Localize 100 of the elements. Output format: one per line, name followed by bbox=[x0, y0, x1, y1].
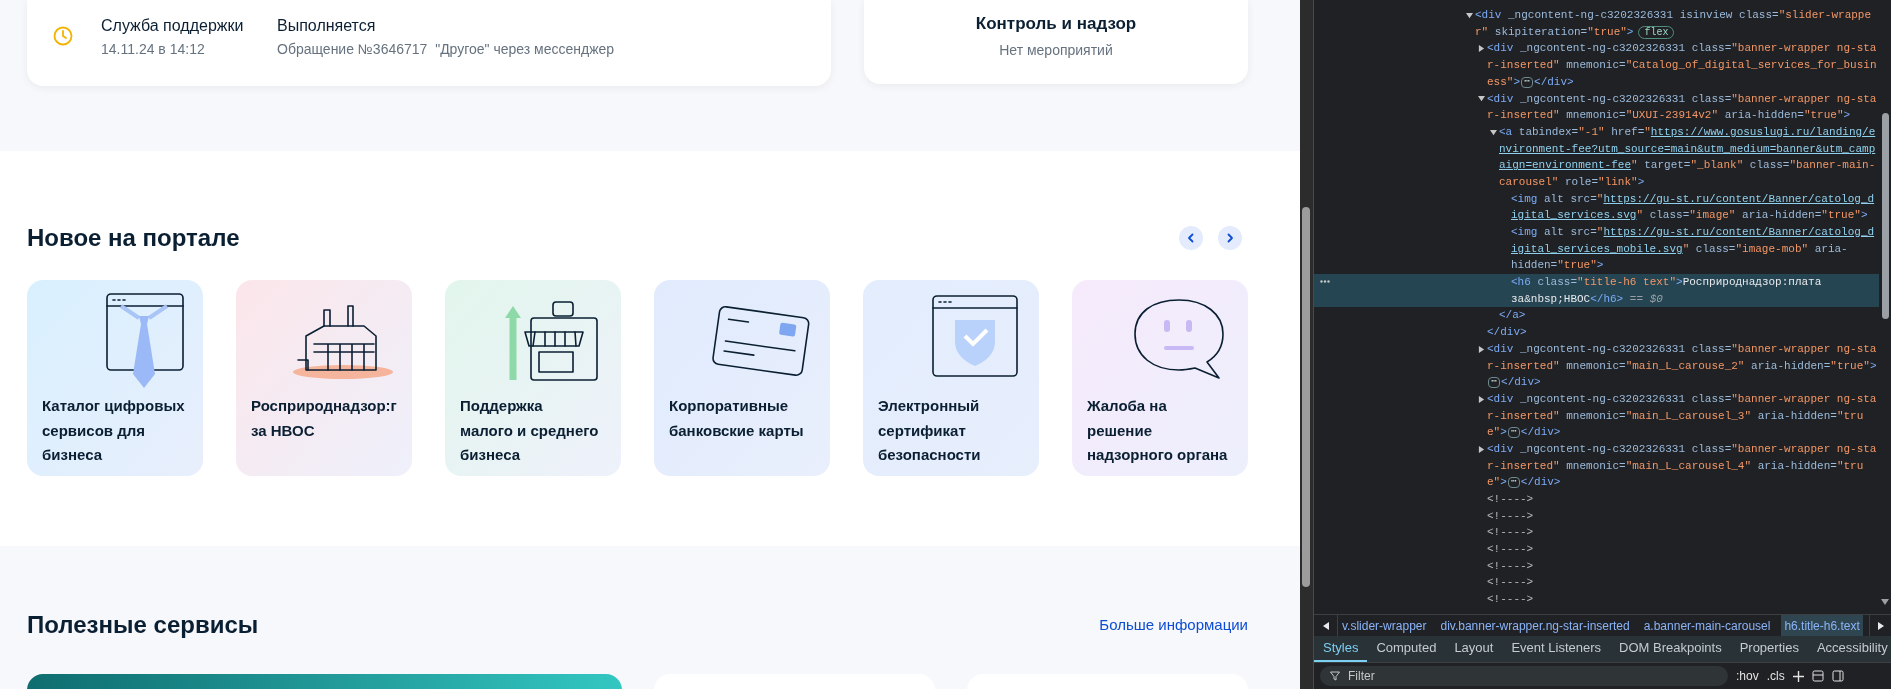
dom-node-row[interactable]: <a tabindex="-1" href="https://www.gosuslugi.ru/landing/e nvironment-fee?utm_source=main&utm_medium=banner&utm_camp aign=environment-fee" target="_blank" class="banner-main- carousel" role="link"> bbox=[1314, 123, 1879, 191]
code-text: igital_services_mobile.svg" class="image-mob" aria- bbox=[1511, 241, 1848, 257]
code-text: <div _ngcontent-ng-c3202326331 class="banner-wrapper ng-sta bbox=[1487, 41, 1877, 57]
code-text: r-inserted" mnemonic="main_L_carousel_3" aria-hidden="tru bbox=[1487, 408, 1864, 424]
caret-down-icon[interactable] bbox=[1490, 128, 1497, 136]
support-card[interactable]: Служба поддержки 14.11.24 в 14:12 Выполняется Обращение №3646717 "Другое" через мессенджер bbox=[27, 0, 831, 86]
breadcrumb-item[interactable]: div.banner-wrapper.ng-star-inserted bbox=[1437, 614, 1633, 637]
service-card-title: Росприроднадзор:г за НВОС bbox=[250, 396, 398, 441]
panel-tab[interactable]: Layout bbox=[1445, 636, 1503, 662]
service-card[interactable]: Каталог цифровых сервисов для бизнеса bbox=[27, 280, 203, 476]
dom-node-row[interactable]: <!----> bbox=[1314, 574, 1879, 592]
plus-icon[interactable] bbox=[1792, 670, 1804, 682]
caret-down-icon[interactable] bbox=[1478, 95, 1485, 103]
dom-node-row[interactable]: <!----> bbox=[1314, 541, 1879, 558]
code-text: <!----> bbox=[1487, 592, 1534, 608]
dom-node-row[interactable]: <div _ngcontent-ng-c3202326331 class="banner-wrapper ng-sta r-inserted" mnemonic="main_L_carouse_2" aria-hidden="true"> ⋯ </div> bbox=[1314, 340, 1879, 391]
code-text: aign=environment-fee" target="_blank" class="banner-main- bbox=[1499, 158, 1876, 174]
dom-node-row[interactable]: <!----> bbox=[1314, 524, 1879, 541]
filter-icon bbox=[1330, 671, 1340, 681]
dom-node-row[interactable]: <!----> bbox=[1314, 557, 1879, 575]
scrollbar-thumb[interactable] bbox=[1881, 113, 1889, 319]
panel-tab[interactable]: DOM Breakpoints bbox=[1610, 636, 1731, 662]
code-text: <!----> bbox=[1487, 575, 1534, 591]
panel-tab[interactable]: Computed bbox=[1367, 636, 1446, 662]
support-title: Служба поддержки bbox=[101, 16, 245, 36]
code-text: </div> bbox=[1487, 325, 1527, 341]
sidebar-toggle-icon[interactable] bbox=[1831, 670, 1844, 682]
code-text: <div _ngcontent-ng-c3202326331 class="banner-wrapper ng-sta bbox=[1487, 391, 1877, 407]
code-text: </div> bbox=[1501, 375, 1541, 391]
service-card[interactable]: Росприроднадзор:г за НВОС bbox=[236, 280, 412, 476]
breadcrumb-item[interactable]: h6.title-h6.text bbox=[1781, 614, 1863, 637]
code-text: r-inserted" mnemonic="main_L_carousel_4" aria-hidden="tru bbox=[1487, 458, 1864, 474]
service-card-title: Корпоративные банковские карты bbox=[668, 396, 805, 441]
code-text: за&nbsp;НВОС</h6> == $0 bbox=[1511, 291, 1663, 307]
service-card[interactable]: Поддержка малого и среднего бизнеса bbox=[445, 280, 621, 476]
dom-node-row[interactable]: <div _ngcontent-ng-c3202326331 isinview class="slider-wrappe r" skipiteration="true"> flex bbox=[1314, 7, 1879, 41]
caret-right-icon[interactable] bbox=[1478, 45, 1485, 53]
service-card[interactable]: Электронный сертификат безопасности bbox=[863, 280, 1039, 476]
expand-ellipsis-badge[interactable]: ⋯ bbox=[1507, 477, 1520, 489]
code-text: r" skipiteration="true"> bbox=[1475, 24, 1634, 40]
caret-down-icon[interactable] bbox=[1466, 11, 1473, 19]
carousel-next-button[interactable] bbox=[1218, 226, 1242, 250]
code-text: <div _ngcontent-ng-c3202326331 class="banner-wrapper ng-sta bbox=[1487, 341, 1877, 357]
style-toggle-button[interactable]: :hov bbox=[1736, 667, 1759, 685]
code-text: r-inserted" mnemonic="main_L_carouse_2" aria-hidden="true"> bbox=[1487, 358, 1877, 374]
support-date: 14.11.24 в 14:12 bbox=[101, 40, 206, 59]
code-text: <!----> bbox=[1487, 525, 1534, 541]
expand-ellipsis-badge[interactable]: ⋯ bbox=[1521, 76, 1534, 88]
code-text: </div> bbox=[1534, 74, 1574, 90]
code-text: r-inserted" mnemonic="Catalog_of_digital_services_for_busin bbox=[1487, 58, 1877, 74]
chevron-left-icon bbox=[1186, 233, 1196, 243]
dom-node-row[interactable]: <div _ngcontent-ng-c3202326331 class="banner-wrapper ng-sta r-inserted" mnemonic="UXUI-23914v2" aria-hidden="true"> bbox=[1314, 90, 1879, 124]
code-text: ess"> bbox=[1487, 74, 1520, 90]
code-text: nvironment-fee?utm_source=main&utm_medium=banner&utm_camp bbox=[1499, 141, 1876, 157]
dom-node-row[interactable]: <img alt src="https://gu-st.ru/content/Banner/catolog_d igital_services_mobile.svg" class="image-mob" aria- hidden="true"> bbox=[1314, 223, 1879, 274]
caret-right-icon[interactable] bbox=[1478, 395, 1485, 403]
caret-right-icon[interactable] bbox=[1478, 445, 1485, 453]
code-text: <div _ngcontent-ng-c3202326331 class="banner-wrapper ng-sta bbox=[1487, 441, 1877, 457]
service-card[interactable]: Жалоба на решение надзорного органа bbox=[1072, 280, 1248, 476]
breadcrumb-item[interactable]: v.slider-wrapper bbox=[1339, 614, 1430, 637]
panel-tab[interactable]: Properties bbox=[1730, 636, 1808, 662]
dom-node-row[interactable]: <!----> bbox=[1314, 507, 1879, 525]
control-title: Контроль и надзор bbox=[975, 13, 1137, 35]
code-text: <!----> bbox=[1487, 542, 1534, 558]
request-description: Обращение №3646717 "Другое" через мессенджер bbox=[277, 40, 615, 59]
scroll-down-arrow-icon[interactable] bbox=[1881, 599, 1889, 605]
clock-icon bbox=[53, 26, 73, 46]
service-card-title: Электронный сертификат безопасности bbox=[877, 396, 982, 465]
breadcrumb-item[interactable]: a.banner-main-carousel bbox=[1640, 614, 1774, 637]
code-text: </a> bbox=[1499, 308, 1526, 324]
service-card[interactable]: Корпоративные банковские карты bbox=[654, 280, 830, 476]
filter-input[interactable]: Filter bbox=[1320, 666, 1728, 686]
dom-node-row[interactable]: <div _ngcontent-ng-c3202326331 class="banner-wrapper ng-sta r-inserted" mnemonic="main_L_carousel_4" aria-hidden="tru e"> ⋯ </div> bbox=[1314, 440, 1879, 491]
scrollbar-thumb[interactable] bbox=[1302, 207, 1310, 587]
more-dots-icon bbox=[1320, 280, 1330, 283]
code-text: </div> bbox=[1520, 475, 1561, 491]
dom-node-row[interactable]: <img alt src="https://gu-st.ru/content/Banner/catolog_d igital_services.svg" class="image" aria-hidden="true"> bbox=[1314, 190, 1879, 224]
caret-right-icon bbox=[1877, 621, 1884, 630]
panel-tab[interactable]: Accessibility bbox=[1807, 636, 1891, 662]
dom-node-row[interactable]: <!----> bbox=[1314, 490, 1879, 508]
dom-node-row[interactable]: <div _ngcontent-ng-c3202326331 class="banner-wrapper ng-sta r-inserted" mnemonic="Catalog_of_digital_services_for_busin ess"> ⋯ </div> bbox=[1314, 40, 1879, 91]
style-toggle-button[interactable]: .cls bbox=[1766, 667, 1785, 685]
dom-node-row[interactable]: <!----> bbox=[1314, 591, 1879, 608]
code-text: hidden="true"> bbox=[1511, 258, 1604, 274]
control-card[interactable]: Контроль и надзор Нет мероприятий bbox=[864, 0, 1248, 84]
code-text: </div> bbox=[1520, 425, 1561, 441]
caret-left-icon bbox=[1322, 621, 1329, 630]
code-text: <!----> bbox=[1487, 508, 1534, 524]
panel-tab[interactable]: Event Listeners bbox=[1502, 636, 1611, 662]
panel-tab[interactable]: Styles bbox=[1314, 636, 1368, 662]
more-info-link[interactable]: Больше информации bbox=[1099, 613, 1248, 637]
dom-node-row[interactable]: <div _ngcontent-ng-c3202326331 class="banner-wrapper ng-sta r-inserted" mnemonic="main_L_carousel_3" aria-hidden="tru e"> ⋯ </div> bbox=[1314, 390, 1879, 441]
carousel-prev-button[interactable] bbox=[1179, 226, 1203, 250]
code-text: igital_services.svg" class="image" aria-hidden="true"> bbox=[1511, 208, 1868, 224]
dom-node-row[interactable]: <h6 class="title-h6 text">Росприроднадзор:плата за&nbsp;НВОС</h6> == $0 bbox=[1314, 274, 1879, 308]
code-text: <img alt src="https://gu-st.ru/content/Banner/catolog_d bbox=[1511, 225, 1875, 241]
expand-ellipsis-badge[interactable]: ⋯ bbox=[1488, 376, 1501, 388]
code-text: r-inserted" mnemonic="UXUI-23914v2" aria-hidden="true"> bbox=[1487, 108, 1851, 124]
caret-right-icon[interactable] bbox=[1478, 345, 1485, 353]
expand-ellipsis-badge[interactable]: ⋯ bbox=[1507, 427, 1520, 439]
